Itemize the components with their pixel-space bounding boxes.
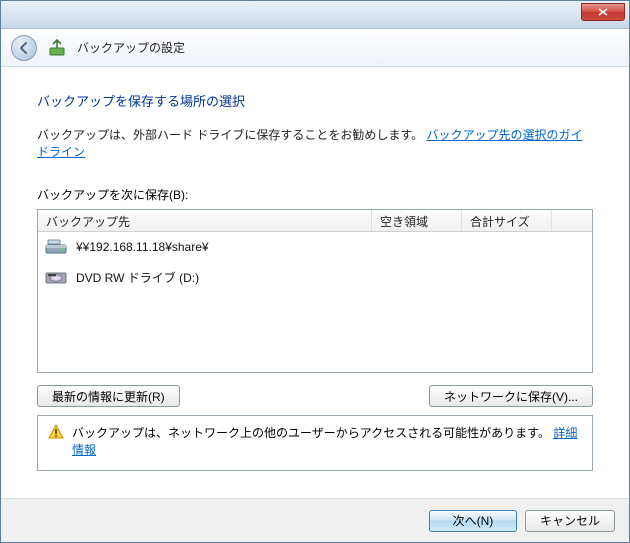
close-icon bbox=[598, 8, 608, 16]
list-label: バックアップを次に保存(B): bbox=[37, 186, 593, 203]
list-body: ¥¥192.168.11.18¥share¥ DVD RW ドライブ (D:) bbox=[38, 232, 592, 292]
warning-icon bbox=[48, 424, 64, 440]
network-drive-icon bbox=[44, 237, 68, 257]
dvd-drive-icon bbox=[44, 267, 68, 287]
titlebar bbox=[1, 1, 629, 29]
list-button-row: 最新の情報に更新(R) ネットワークに保存(V)... bbox=[37, 385, 593, 407]
header-title: バックアップの設定 bbox=[77, 39, 185, 56]
col-spacer bbox=[552, 210, 592, 231]
col-total-size[interactable]: 合計サイズ bbox=[462, 210, 552, 231]
next-button[interactable]: 次へ(N) bbox=[429, 510, 517, 532]
dialog-window: バックアップの設定 バックアップを保存する場所の選択 バックアップは、外部ハード… bbox=[0, 0, 630, 543]
back-button[interactable] bbox=[11, 35, 37, 61]
col-destination[interactable]: バックアップ先 bbox=[38, 210, 372, 231]
backup-icon bbox=[47, 38, 67, 58]
footer-bar: 次へ(N) キャンセル bbox=[1, 498, 629, 542]
back-arrow-icon bbox=[17, 41, 31, 55]
list-item[interactable]: DVD RW ドライブ (D:) bbox=[38, 262, 592, 292]
list-item-text: DVD RW ドライブ (D:) bbox=[76, 269, 199, 286]
destination-list[interactable]: バックアップ先 空き領域 合計サイズ ¥¥192.168.11.18 bbox=[37, 209, 593, 373]
save-network-button[interactable]: ネットワークに保存(V)... bbox=[429, 385, 593, 407]
list-item-text: ¥¥192.168.11.18¥share¥ bbox=[76, 240, 209, 254]
list-item[interactable]: ¥¥192.168.11.18¥share¥ bbox=[38, 232, 592, 262]
close-button[interactable] bbox=[581, 3, 625, 21]
desc-prefix: バックアップは、外部ハード ドライブに保存することをお勧めします。 bbox=[37, 128, 423, 142]
refresh-button[interactable]: 最新の情報に更新(R) bbox=[37, 385, 180, 407]
warning-content: バックアップは、ネットワーク上の他のユーザーからアクセスされる可能性があります。… bbox=[72, 424, 582, 458]
cancel-button[interactable]: キャンセル bbox=[525, 510, 615, 532]
warning-text: バックアップは、ネットワーク上の他のユーザーからアクセスされる可能性があります。 bbox=[72, 426, 550, 440]
wizard-header: バックアップの設定 bbox=[1, 29, 629, 67]
list-header: バックアップ先 空き領域 合計サイズ bbox=[38, 210, 592, 232]
description-text: バックアップは、外部ハード ドライブに保存することをお勧めします。 バックアップ… bbox=[37, 126, 593, 160]
content-area: バックアップを保存する場所の選択 バックアップは、外部ハード ドライブに保存する… bbox=[1, 67, 629, 498]
page-heading: バックアップを保存する場所の選択 bbox=[37, 91, 593, 110]
warning-panel: バックアップは、ネットワーク上の他のユーザーからアクセスされる可能性があります。… bbox=[37, 415, 593, 471]
col-free-space[interactable]: 空き領域 bbox=[372, 210, 462, 231]
